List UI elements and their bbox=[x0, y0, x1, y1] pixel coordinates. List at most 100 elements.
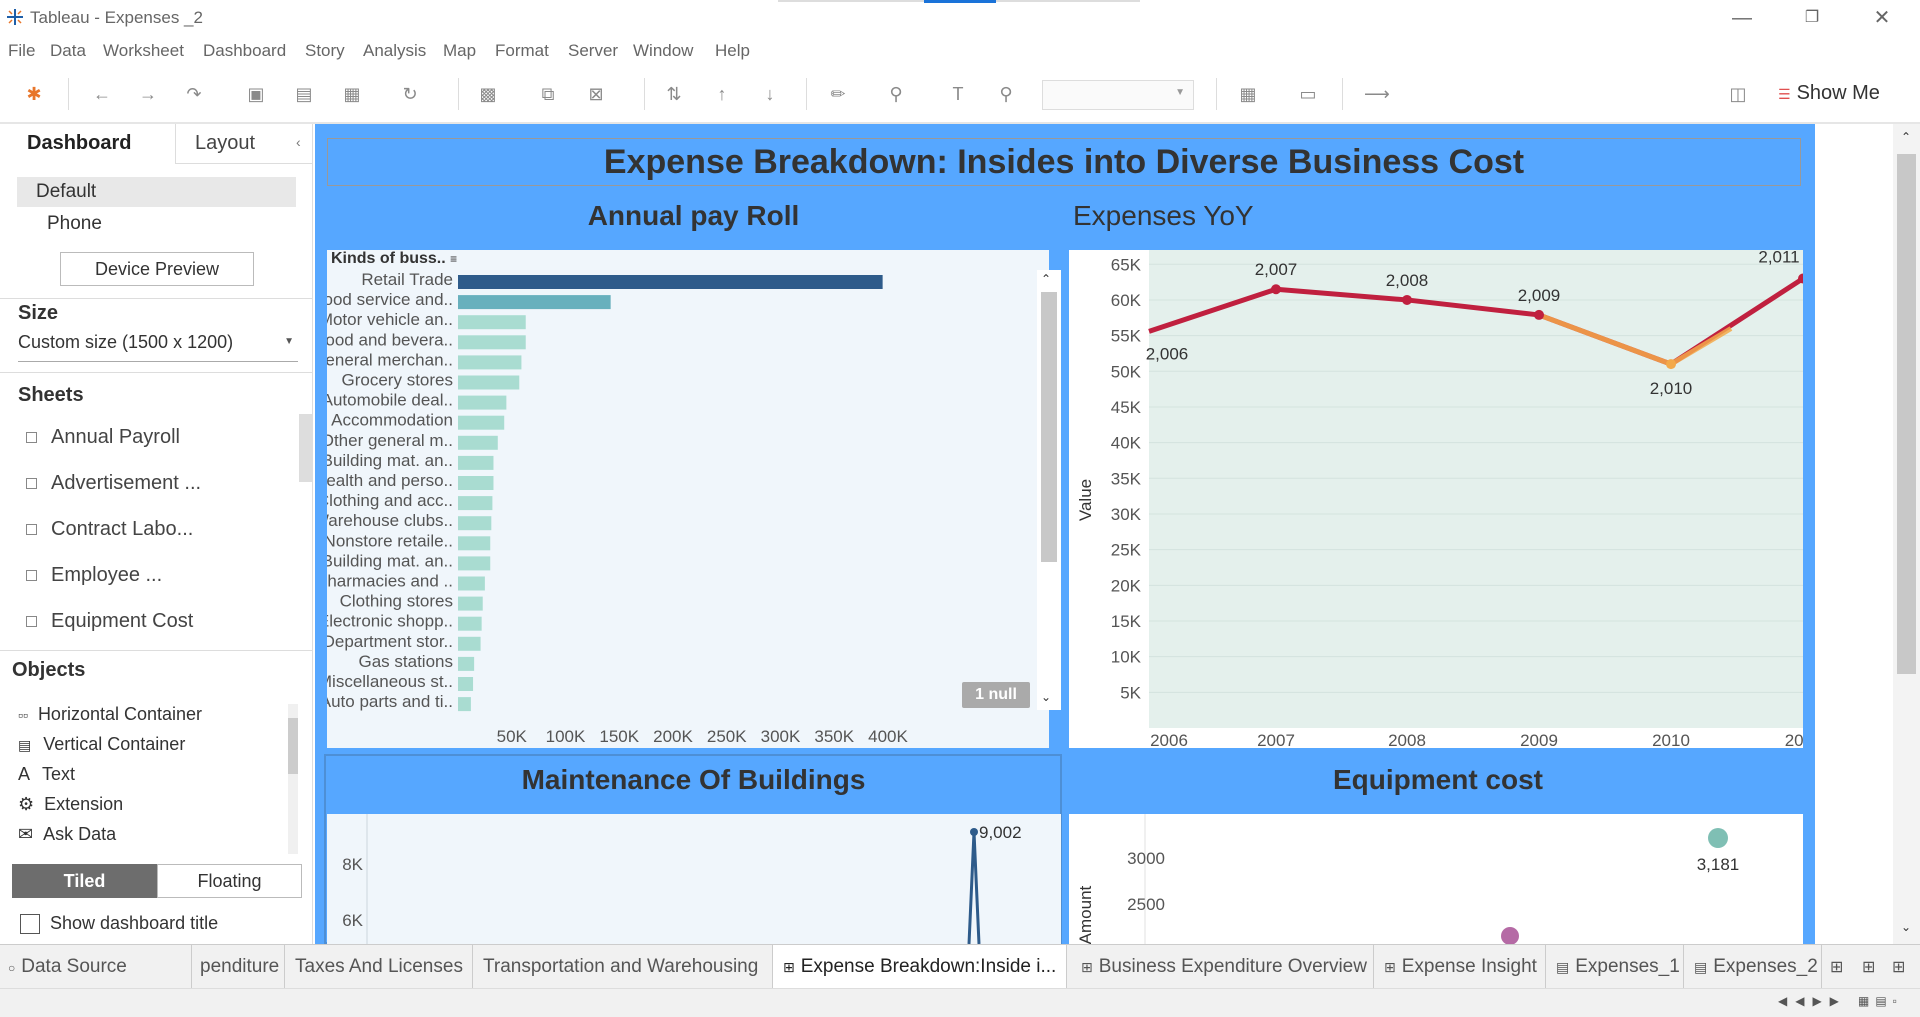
menu-dashboard[interactable]: Dashboard bbox=[203, 41, 286, 61]
payroll-chart: Retail Trade Food service and.. Motor vehi… bbox=[327, 250, 1049, 748]
object-ask-data[interactable]: ✉ Ask Data bbox=[18, 824, 116, 845]
redo-icon[interactable]: → bbox=[136, 82, 160, 106]
new-story-tab-icon[interactable]: ⊞ bbox=[1892, 957, 1905, 977]
clear-sheet-icon[interactable]: ⊠ bbox=[584, 82, 608, 106]
menu-map[interactable]: Map bbox=[443, 41, 476, 61]
tab-taxes-and-licenses[interactable]: Taxes And Licenses bbox=[285, 945, 473, 989]
new-worksheet-tab-icon[interactable]: ⊞ bbox=[1830, 957, 1843, 977]
tab-expenses-1[interactable]: ▤ Expenses_1 bbox=[1546, 945, 1684, 989]
payroll-title: Annual pay Roll bbox=[587, 200, 800, 231]
presentation-mode-icon[interactable]: ▭ bbox=[1296, 82, 1320, 106]
yoy-x-tick-label: 2011 bbox=[1785, 731, 1803, 748]
null-badge[interactable]: 1 null bbox=[962, 682, 1030, 708]
menu-analysis[interactable]: Analysis bbox=[363, 41, 426, 61]
sheet-item-advertisement[interactable]: Advertisement ... bbox=[26, 472, 201, 495]
sheet-item-employee[interactable]: Employee ... bbox=[26, 564, 162, 587]
object-horizontal-container[interactable]: ▫▫ Horizontal Container bbox=[18, 704, 202, 725]
dashboard-icon: ⊞ bbox=[1081, 959, 1093, 975]
tab-expense-breakdown[interactable]: ⊞ Expense Breakdown:Inside i... bbox=[773, 945, 1067, 989]
scroll-up-icon[interactable]: ⌃ bbox=[1041, 272, 1051, 286]
share-icon[interactable]: ⟶ bbox=[1364, 82, 1390, 106]
sort-descending-icon[interactable]: ↓ bbox=[758, 82, 782, 106]
sheet-item-equipment-cost[interactable]: Equipment Cost bbox=[26, 610, 193, 633]
format-painter-icon[interactable]: ◫ bbox=[1726, 82, 1750, 106]
refresh-icon[interactable]: ↻ bbox=[398, 82, 422, 106]
tab-label: Business Expenditure Overview bbox=[1098, 956, 1367, 977]
pause-update-icon[interactable]: ▦ bbox=[340, 82, 364, 106]
tab-expenses-2[interactable]: ▤ Expenses_2 bbox=[1684, 945, 1822, 989]
restore-button[interactable]: ❐ bbox=[1792, 4, 1832, 32]
payroll-bar-chart: Retail TradeFood service and..Motor vehi… bbox=[327, 270, 909, 746]
scroll-down-icon[interactable]: ⌄ bbox=[1901, 920, 1911, 934]
tab-transportation[interactable]: Transportation and Warehousing bbox=[473, 945, 773, 989]
vertical-container-icon: ▤ bbox=[18, 737, 32, 753]
device-phone[interactable]: Phone bbox=[47, 213, 102, 235]
new-worksheet-icon[interactable]: ▩ bbox=[476, 82, 500, 106]
scroll-down-icon[interactable]: ⌄ bbox=[1041, 690, 1051, 704]
dashboard-icon: ⊞ bbox=[1384, 959, 1396, 975]
view-mode-icons[interactable]: ▦▤▫ bbox=[1858, 994, 1903, 1008]
highlight-icon[interactable]: ✏ bbox=[826, 82, 850, 106]
tab-navigation-icons[interactable]: ◀◀▶▶ bbox=[1778, 994, 1847, 1008]
tab-layout[interactable]: Layout bbox=[176, 124, 313, 164]
close-button[interactable]: ✕ bbox=[1862, 4, 1902, 32]
menu-worksheet[interactable]: Worksheet bbox=[103, 41, 184, 61]
minimize-button[interactable]: — bbox=[1722, 4, 1762, 32]
menu-file[interactable]: File bbox=[8, 41, 35, 61]
tab-expense-insight[interactable]: ⊞ Expense Insight bbox=[1374, 945, 1546, 989]
sheet-item-annual-payroll[interactable]: Annual Payroll bbox=[26, 426, 180, 449]
collapse-pane-icon[interactable]: ‹ bbox=[296, 134, 301, 150]
tab-expenditure[interactable]: penditure bbox=[192, 945, 285, 989]
payroll-bar bbox=[458, 677, 474, 691]
device-preview-button[interactable]: Device Preview bbox=[60, 252, 254, 286]
menu-server[interactable]: Server bbox=[568, 41, 618, 61]
menu-data[interactable]: Data bbox=[50, 41, 86, 61]
replay-icon[interactable]: ↷ bbox=[182, 82, 206, 106]
objects-scrollbar[interactable] bbox=[288, 704, 298, 854]
object-label: Ask Data bbox=[43, 824, 117, 844]
sheet-label: Advertisement ... bbox=[51, 472, 202, 494]
tableau-home-icon[interactable]: ✱ bbox=[22, 82, 46, 106]
canvas-scrollbar[interactable]: ⌃ ⌄ bbox=[1893, 124, 1920, 944]
device-default[interactable]: Default bbox=[17, 177, 296, 207]
duplicate-sheet-icon[interactable]: ⧉ bbox=[536, 82, 560, 106]
undo-icon[interactable]: ← bbox=[90, 82, 114, 106]
group-icon[interactable]: ⚲ bbox=[884, 82, 908, 106]
object-vertical-container[interactable]: ▤ Vertical Container bbox=[18, 734, 185, 755]
tiled-button[interactable]: Tiled bbox=[12, 864, 157, 898]
sort-ascending-icon[interactable]: ↑ bbox=[710, 82, 734, 106]
new-datasource-icon[interactable]: ▤ bbox=[292, 82, 316, 106]
floating-button[interactable]: Floating bbox=[157, 864, 302, 898]
sheet-item-contract-labor[interactable]: Contract Labo... bbox=[26, 518, 193, 541]
menu-format[interactable]: Format bbox=[495, 41, 549, 61]
tab-dashboard[interactable]: Dashboard bbox=[0, 124, 176, 164]
object-extension[interactable]: ⚙ Extension bbox=[18, 794, 123, 815]
yoy-y-tick-label: 60K bbox=[1111, 291, 1142, 310]
payroll-scrollbar[interactable]: ⌃ ⌄ bbox=[1037, 270, 1061, 710]
menu-help[interactable]: Help bbox=[715, 41, 750, 61]
new-dashboard-tab-icon[interactable]: ⊞ bbox=[1862, 957, 1875, 977]
tab-business-expenditure[interactable]: ⊞ Business Expenditure Overview bbox=[1067, 945, 1374, 989]
show-title-checkbox[interactable] bbox=[20, 914, 40, 934]
fit-dropdown[interactable]: ▼ bbox=[1042, 80, 1194, 110]
labels-icon[interactable]: T bbox=[946, 82, 970, 106]
show-me-button[interactable]: ☰ Show Me bbox=[1778, 82, 1880, 105]
menu-story[interactable]: Story bbox=[305, 41, 345, 61]
pin-icon[interactable]: ⚲ bbox=[994, 82, 1018, 106]
payroll-bar bbox=[458, 395, 507, 410]
payroll-category-label: Clothing and acc.. bbox=[327, 491, 453, 510]
show-cards-icon[interactable]: ▦ bbox=[1236, 82, 1260, 106]
tab-data-source[interactable]: ○ Data Source bbox=[0, 945, 192, 989]
swap-icon[interactable]: ⇅ bbox=[662, 82, 686, 106]
size-dropdown[interactable]: Custom size (1500 x 1200) ▼ bbox=[18, 332, 298, 362]
menu-window[interactable]: Window bbox=[633, 41, 693, 61]
scroll-up-icon[interactable]: ⌃ bbox=[1901, 130, 1911, 144]
sheet-tab-bar: ○ Data Source penditure Taxes And License… bbox=[0, 944, 1920, 989]
sheets-scrollbar[interactable] bbox=[299, 414, 313, 482]
object-text[interactable]: A Text bbox=[18, 764, 75, 785]
payroll-category-label: General merchan.. bbox=[327, 350, 453, 369]
maintenance-chart: 8K 6K 9,002 bbox=[327, 814, 1061, 944]
save-icon[interactable]: ▣ bbox=[244, 82, 268, 106]
payroll-x-tick-label: 250K bbox=[707, 727, 747, 746]
sort-icon[interactable]: ≡ bbox=[450, 252, 457, 266]
